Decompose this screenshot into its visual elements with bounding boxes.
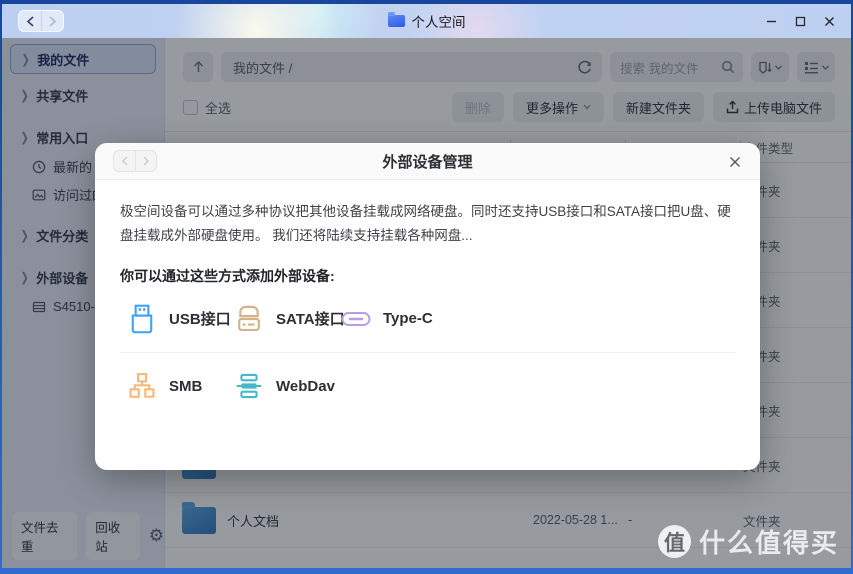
watermark-text: 什么值得买 xyxy=(699,523,839,560)
close-icon xyxy=(729,156,741,168)
forward-button[interactable] xyxy=(41,11,63,31)
watermark: 值 什么值得买 xyxy=(658,523,839,560)
method-usb[interactable]: USB接口 xyxy=(127,304,234,334)
window-title: 个人空间 xyxy=(412,11,466,31)
device-methods-row-1: USB接口 SATA接口 Type-C xyxy=(120,286,735,353)
usb-icon xyxy=(130,304,154,334)
app-folder-icon xyxy=(388,15,405,27)
type-c-icon xyxy=(341,311,371,327)
method-label: Type-C xyxy=(383,310,433,327)
method-label: USB接口 xyxy=(169,308,231,329)
close-button[interactable] xyxy=(819,11,839,31)
method-label: SATA接口 xyxy=(276,308,345,329)
webdav-icon xyxy=(235,372,263,400)
method-label: SMB xyxy=(169,378,202,395)
modal-body: 极空间设备可以通过多种协议把其他设备挂载成网络硬盘。同时还支持USB接口和SAT… xyxy=(95,180,760,420)
modal-title: 外部设备管理 xyxy=(95,151,760,172)
external-device-modal: 外部设备管理 极空间设备可以通过多种协议把其他设备挂载成网络硬盘。同时还支持US… xyxy=(95,143,760,470)
back-button[interactable] xyxy=(19,11,41,31)
method-label: WebDav xyxy=(276,378,335,395)
maximize-button[interactable] xyxy=(790,11,810,31)
chevron-right-icon xyxy=(48,16,57,27)
chevron-right-icon xyxy=(142,156,150,166)
method-type-c[interactable]: Type-C xyxy=(341,304,433,334)
modal-history-nav xyxy=(113,150,157,172)
app-window: 个人空间 ❯ 我的文件 ❯ 共享文件 ❯ xyxy=(2,4,851,568)
back-button[interactable] xyxy=(114,151,135,171)
smb-icon xyxy=(128,372,156,400)
device-methods-row-2: SMB WebDav xyxy=(120,353,735,420)
maximize-icon xyxy=(795,16,806,27)
smzdm-logo: 值 xyxy=(658,525,691,558)
modal-description: 极空间设备可以通过多种协议把其他设备挂载成网络硬盘。同时还支持USB接口和SAT… xyxy=(120,200,735,249)
window-controls xyxy=(761,4,839,38)
modal-header: 外部设备管理 xyxy=(95,143,760,180)
minimize-icon xyxy=(766,16,777,27)
method-sata[interactable]: SATA接口 xyxy=(234,304,341,334)
chevron-left-icon xyxy=(121,156,129,166)
history-nav xyxy=(18,10,64,32)
forward-button[interactable] xyxy=(135,151,156,171)
titlebar: 个人空间 xyxy=(2,4,851,38)
modal-close-button[interactable] xyxy=(725,152,745,172)
method-webdav[interactable]: WebDav xyxy=(234,371,335,401)
minimize-button[interactable] xyxy=(761,11,781,31)
modal-subtitle: 你可以通过这些方式添加外部设备: xyxy=(120,266,735,286)
window-frame: 个人空间 ❯ 我的文件 ❯ 共享文件 ❯ xyxy=(0,0,853,574)
chevron-left-icon xyxy=(26,16,35,27)
method-smb[interactable]: SMB xyxy=(127,371,234,401)
window-title-area: 个人空间 xyxy=(2,4,851,38)
close-icon xyxy=(824,16,835,27)
sata-icon xyxy=(235,304,263,334)
